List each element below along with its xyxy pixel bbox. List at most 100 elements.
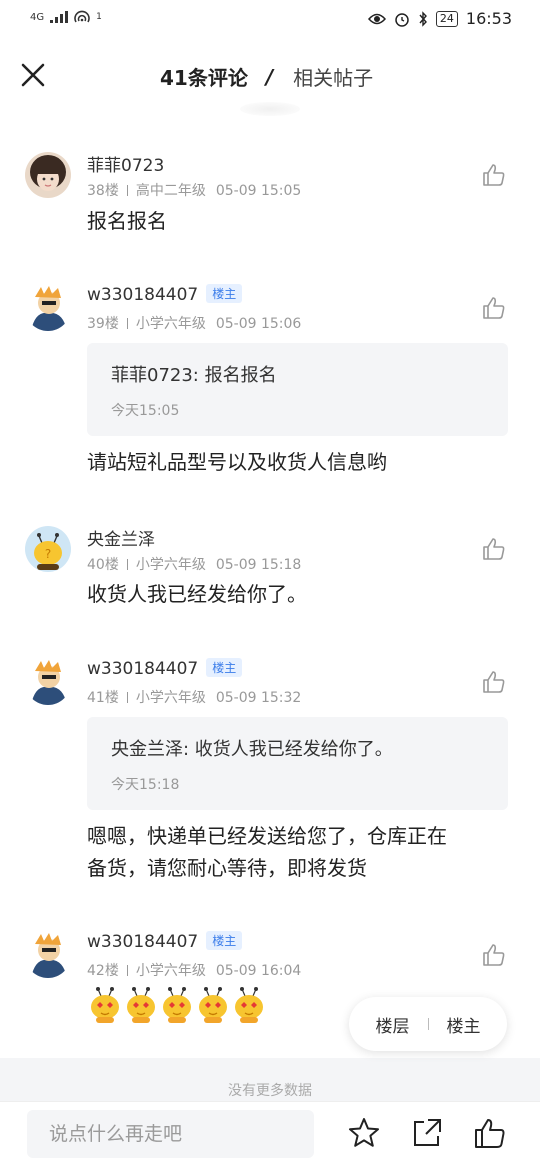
owner-only-button[interactable]: 楼主 xyxy=(447,1012,481,1037)
avatar-bee-icon: ? xyxy=(25,526,71,572)
user-grade: 小学六年级 xyxy=(135,557,206,573)
quoted-time: 今天15:18 xyxy=(111,777,180,793)
owner-badge: 楼主 xyxy=(206,658,243,677)
share-icon[interactable] xyxy=(410,1116,444,1150)
hotspot-icon xyxy=(74,10,90,23)
hotspot-count: 1 xyxy=(96,12,102,22)
quoted-text: 菲菲0723: 报名报名 xyxy=(111,365,277,386)
comment-time: 05-09 15:18 xyxy=(215,557,302,573)
avatar[interactable] xyxy=(25,659,71,705)
bluetooth-icon xyxy=(419,10,427,27)
username[interactable]: w330184407 楼主 xyxy=(87,931,243,952)
comment-meta: 40楼 小学六年级 05-09 15:18 xyxy=(87,554,301,574)
username[interactable]: w330184407 楼主 xyxy=(87,658,243,679)
like-icon[interactable] xyxy=(481,942,507,968)
floor-jump-button[interactable]: 楼层 xyxy=(376,1012,410,1037)
comment-text: 收货人我已经发给你了。 xyxy=(87,582,307,606)
meta-divider xyxy=(126,692,128,703)
like-icon[interactable] xyxy=(481,536,507,562)
username-text: w330184407 xyxy=(87,285,199,305)
username-text: 央金兰泽 xyxy=(87,530,155,550)
avatar-girl-icon xyxy=(25,152,71,198)
avatar[interactable] xyxy=(25,285,71,331)
comment-time: 05-09 15:06 xyxy=(215,316,302,332)
header: 41条评论 / 相关帖子 xyxy=(0,38,540,112)
close-icon[interactable] xyxy=(18,60,48,90)
comment-time: 05-09 16:04 xyxy=(215,963,302,979)
comment-text-line: 备货，请您耐心等待，即将发货 xyxy=(87,856,367,880)
emoji-row xyxy=(88,986,266,1024)
user-grade: 小学六年级 xyxy=(135,690,206,706)
username-text: 菲菲0723 xyxy=(87,156,165,176)
comment-time: 05-09 15:05 xyxy=(215,183,302,199)
like-icon[interactable] xyxy=(481,162,507,188)
thumbs-up-icon[interactable] xyxy=(473,1116,507,1150)
comment-meta: 39楼 小学六年级 05-09 15:06 xyxy=(87,313,301,333)
username[interactable]: 央金兰泽 xyxy=(87,525,155,550)
quoted-reply[interactable]: 央金兰泽: 收货人我已经发给你了。 今天15:18 xyxy=(87,717,508,810)
no-more-data-text: 没有更多数据 xyxy=(228,1083,312,1099)
comment-item: 菲菲0723 38楼 高中二年级 05-09 15:05 报名报名 xyxy=(0,150,540,260)
user-grade: 小学六年级 xyxy=(135,316,206,332)
eye-icon xyxy=(367,13,386,24)
comment-item: w330184407 楼主 39楼 小学六年级 05-09 15:06 菲菲0723:… xyxy=(0,283,540,493)
user-grade: 小学六年级 xyxy=(135,963,206,979)
bee-love-emoji-icon xyxy=(163,987,191,1023)
username-text: w330184407 xyxy=(87,932,199,952)
username[interactable]: w330184407 楼主 xyxy=(87,284,243,305)
avatar-cartoon-icon xyxy=(25,659,71,705)
floor-number: 42楼 xyxy=(87,963,119,979)
bee-love-emoji-icon xyxy=(199,987,227,1023)
bee-love-emoji-icon xyxy=(127,987,155,1023)
comment-meta: 42楼 小学六年级 05-09 16:04 xyxy=(87,960,301,980)
like-icon[interactable] xyxy=(481,295,507,321)
floor-number: 39楼 xyxy=(87,316,119,332)
battery-level: 24 xyxy=(435,10,458,27)
avatar[interactable] xyxy=(25,152,71,198)
comment-item: ? 央金兰泽 40楼 小学六年级 05-09 15:18 收货人我已经发给你了。 xyxy=(0,524,540,634)
owner-badge: 楼主 xyxy=(206,931,243,950)
meta-divider xyxy=(126,318,128,329)
bee-love-emoji-icon xyxy=(235,987,263,1023)
meta-divider xyxy=(126,965,128,976)
owner-badge: 楼主 xyxy=(206,284,243,303)
comment-item: w330184407 楼主 41楼 小学六年级 05-09 15:32 央金兰泽: 收… xyxy=(0,657,540,897)
comment-time: 05-09 15:32 xyxy=(215,690,302,706)
quoted-time: 今天15:05 xyxy=(111,403,180,419)
header-tabs: 41条评论 / 相关帖子 xyxy=(160,62,373,91)
bee-love-emoji-icon xyxy=(91,987,119,1023)
star-icon[interactable] xyxy=(347,1116,381,1150)
quoted-reply[interactable]: 菲菲0723: 报名报名 今天15:05 xyxy=(87,343,508,436)
pill-divider xyxy=(427,1018,429,1030)
tab-separator: / xyxy=(265,64,274,89)
avatar[interactable] xyxy=(25,932,71,978)
quoted-text: 央金兰泽: 收货人我已经发给你了。 xyxy=(111,739,393,760)
comment-meta: 41楼 小学六年级 05-09 15:32 xyxy=(87,687,301,707)
status-bar: 4G 1 24 16:53 xyxy=(0,0,540,38)
avatar[interactable]: ? xyxy=(25,526,71,572)
floor-filter-pill: 楼层 楼主 xyxy=(349,997,507,1051)
avatar-cartoon-icon xyxy=(25,285,71,331)
floor-number: 38楼 xyxy=(87,183,119,199)
alarm-icon xyxy=(395,12,409,27)
comment-text-line: 嗯嗯，快递单已经发送给您了，仓库正在 xyxy=(87,824,447,848)
tab-related-posts[interactable]: 相关帖子 xyxy=(293,62,373,91)
floor-number: 41楼 xyxy=(87,690,119,706)
status-right: 24 16:53 xyxy=(367,9,512,28)
comment-meta: 38楼 高中二年级 05-09 15:05 xyxy=(87,180,301,200)
tab-comments[interactable]: 41条评论 xyxy=(160,62,248,91)
signal-icon xyxy=(50,11,69,23)
user-grade: 高中二年级 xyxy=(135,183,206,199)
comment-text: 请站短礼品型号以及收货人信息哟 xyxy=(87,450,387,474)
comment-input[interactable]: 说点什么再走吧 xyxy=(27,1110,314,1158)
meta-divider xyxy=(126,185,128,196)
comment-text: 报名报名 xyxy=(87,209,167,233)
meta-divider xyxy=(126,559,128,570)
network-indicator: 4G xyxy=(30,11,45,23)
status-time: 16:53 xyxy=(465,9,512,28)
bottom-bar: 说点什么再走吧 xyxy=(0,1101,540,1171)
avatar-cartoon-icon xyxy=(25,932,71,978)
floor-number: 40楼 xyxy=(87,557,119,573)
like-icon[interactable] xyxy=(481,669,507,695)
username[interactable]: 菲菲0723 xyxy=(87,151,164,176)
